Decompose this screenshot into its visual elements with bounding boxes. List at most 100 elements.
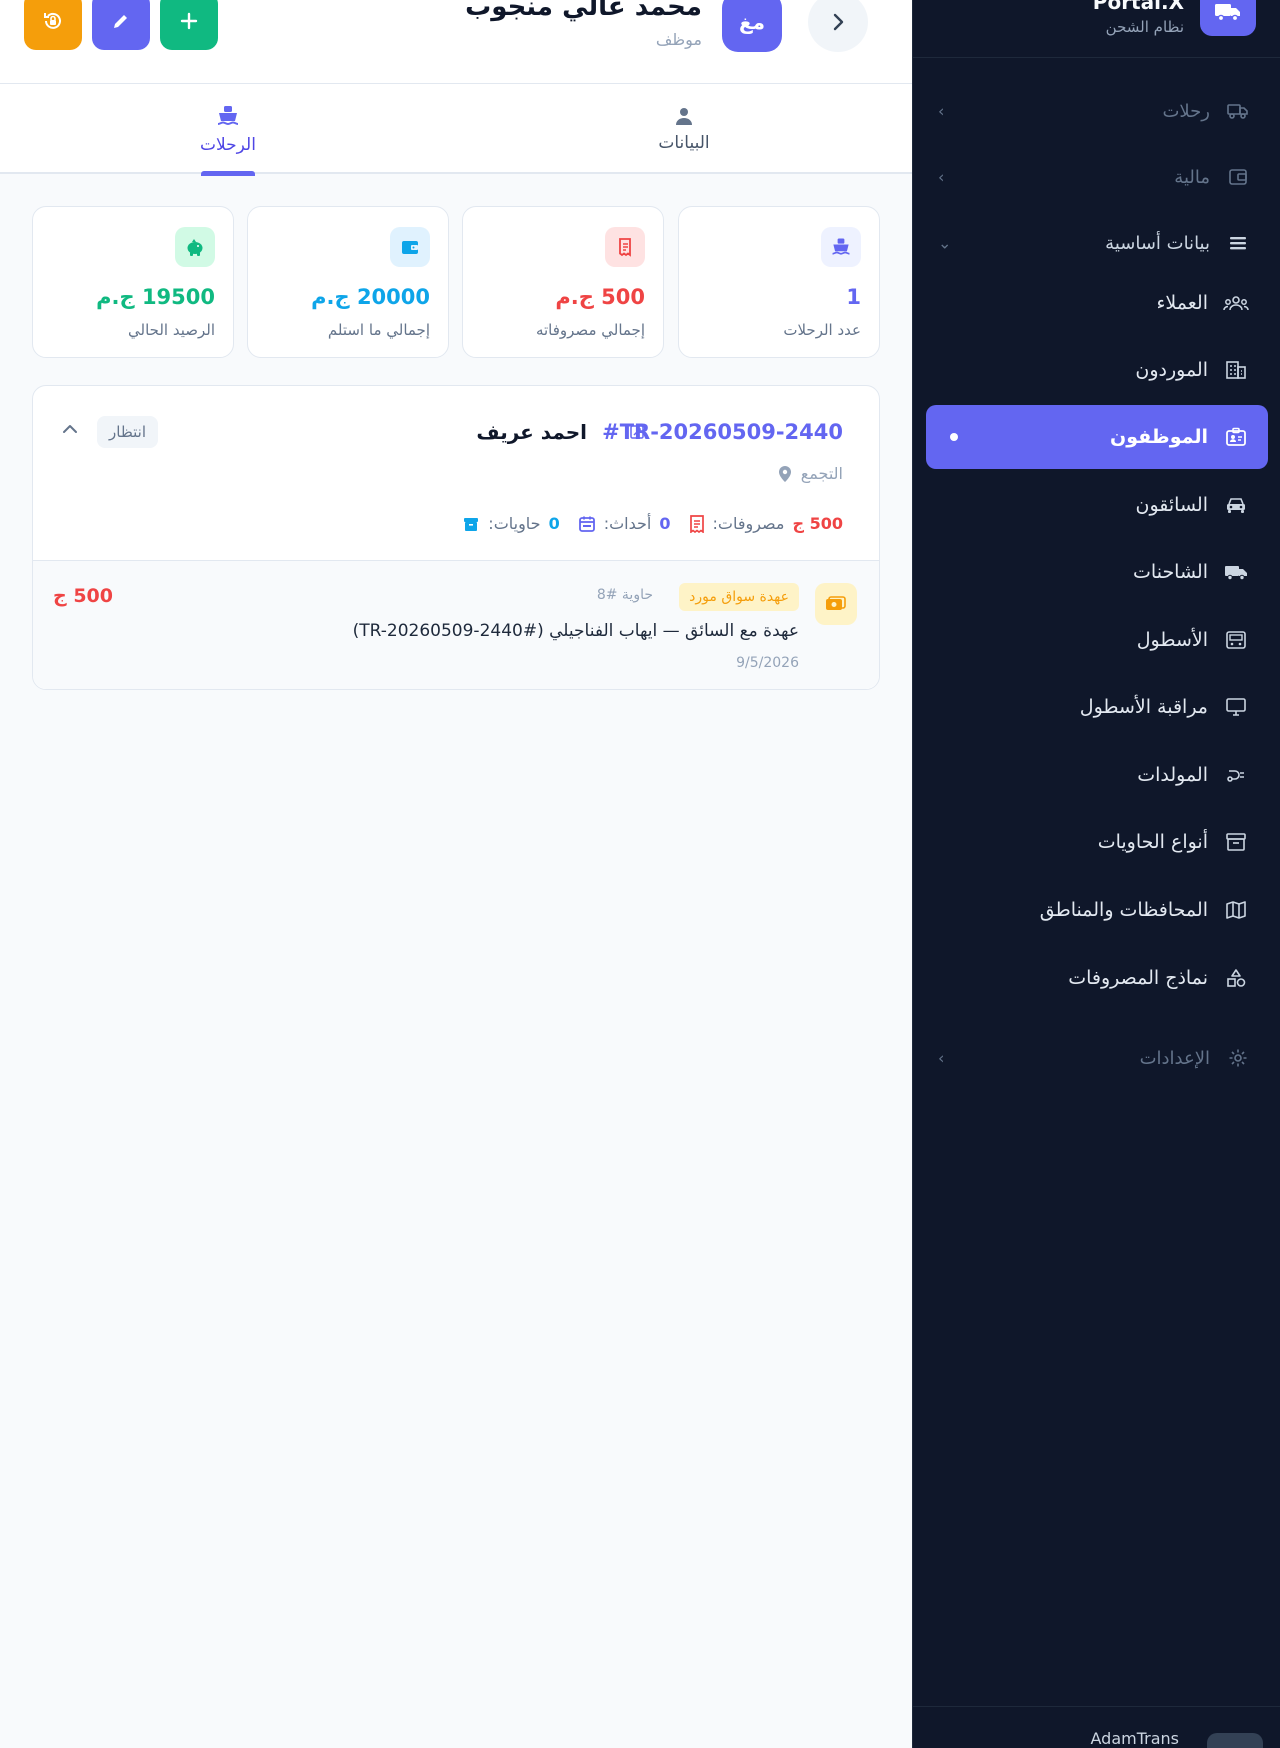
sidebar-item-label: المحافظات والمناطق	[1039, 899, 1208, 921]
sidebar-item-label: الشاحنات	[1133, 561, 1208, 583]
location-pin-icon	[778, 465, 791, 482]
sidebar-group-trips[interactable]: رحلات ‹	[926, 79, 1268, 143]
trip-events-label: أحداث:	[603, 514, 652, 533]
stat-expenses-icon-wrap	[605, 227, 645, 267]
shapes-icon	[1222, 964, 1250, 992]
building-icon	[1222, 356, 1250, 384]
sidebar-item-label: أنواع الحاويات	[1097, 831, 1208, 853]
sidebar-item-generators[interactable]: المولدات	[926, 743, 1268, 807]
receipt-icon	[689, 514, 704, 533]
wallet-icon	[1224, 163, 1252, 191]
stat-balance-value: 19500 ج.م	[96, 285, 215, 309]
chevron-right-icon	[833, 13, 844, 31]
list-icon	[1224, 229, 1252, 257]
sidebar-item-suppliers[interactable]: الموردون	[926, 338, 1268, 402]
chevron-up-icon[interactable]	[61, 420, 79, 442]
users-icon	[1222, 289, 1250, 317]
truck-logo-icon[interactable]	[1200, 0, 1256, 36]
calendar-icon	[578, 516, 595, 532]
stat-received-icon-wrap	[390, 227, 430, 267]
employee-name: محمد غالي منجوب	[465, 0, 702, 22]
brand-subtitle: نظام الشحن	[1105, 18, 1184, 36]
stat-received-label: إجمالي ما استلم	[327, 321, 430, 339]
sidebar-group-settings-label: الإعدادات	[1139, 1047, 1210, 1069]
stat-received-value: 20000 ج.م	[311, 285, 430, 309]
ship-icon	[832, 238, 850, 255]
transaction-description: عهدة مع السائق — ايهاب الفناجيلي (#TR-20…	[352, 621, 799, 641]
bus-icon	[1222, 626, 1250, 654]
tab-trips-label: الرحلات	[200, 135, 256, 155]
archive-icon	[464, 517, 479, 531]
add-button[interactable]	[160, 0, 218, 50]
stat-trips-icon-wrap	[821, 227, 861, 267]
sidebar-item-label: المولدات	[1137, 764, 1208, 786]
plug-icon	[1222, 761, 1250, 789]
user-menu-button[interactable]	[1207, 1733, 1263, 1748]
sidebar-group-settings[interactable]: الإعدادات ‹	[926, 1026, 1268, 1090]
ship-icon	[217, 106, 239, 126]
user-icon	[676, 108, 692, 125]
status-badge: انتظار	[97, 416, 158, 448]
avatar: مغ	[722, 0, 782, 52]
pencil-icon	[114, 15, 127, 28]
active-tab-indicator	[201, 171, 255, 176]
trip-containers: حاويات: 0	[462, 514, 560, 533]
sidebar-item-trucks[interactable]: الشاحنات	[926, 540, 1268, 604]
stat-card-received: 20000 ج.م إجمالي ما استلم	[247, 206, 449, 358]
tab-info-label: البيانات	[658, 133, 710, 153]
wallet-icon	[402, 241, 418, 254]
sidebar-group-finance-label: مالية	[1174, 166, 1210, 188]
lock-reset-icon	[44, 12, 61, 29]
sidebar-footer: AdamTrans	[913, 1706, 1280, 1748]
tab-info[interactable]: البيانات	[456, 84, 912, 174]
employee-role: موظف	[655, 30, 702, 49]
trip-driver-name: احمد عريف	[476, 420, 587, 444]
sidebar-item-label: الموظفون	[1110, 426, 1208, 448]
sidebar-group-trips-label: رحلات	[1162, 100, 1210, 122]
stat-card-balance: 19500 ج.م الرصيد الحالي	[32, 206, 234, 358]
piggy-bank-icon	[187, 239, 203, 256]
back-button[interactable]	[808, 0, 868, 52]
sidebar-group-finance[interactable]: مالية ‹	[926, 145, 1268, 209]
tab-bar: البيانات الرحلات	[0, 84, 912, 176]
truck-icon	[1224, 97, 1252, 125]
sidebar-item-label: الأسطول	[1136, 629, 1208, 651]
sidebar-item-clients[interactable]: العملاء	[926, 271, 1268, 335]
sidebar-group-master-data[interactable]: بيانات أساسية ⌄	[926, 211, 1268, 275]
sidebar-item-label: مراقبة الأسطول	[1079, 696, 1208, 718]
trip-expenses-label: مصروفات:	[712, 514, 785, 533]
chevron-left-icon: ‹	[938, 167, 945, 187]
map-icon	[1222, 896, 1250, 924]
stat-balance-label: الرصيد الحالي	[128, 321, 215, 339]
transaction-amount: 500 ج	[53, 585, 113, 607]
stat-expenses-value: 500 ج.م	[555, 285, 645, 309]
sidebar-item-regions[interactable]: المحافظات والمناطق	[926, 878, 1268, 942]
trip-summary: حاويات: 0 أحداث: 0 مصروفات: 500 ج	[462, 514, 843, 533]
stat-card-trips-count: 1 عدد الرحلات	[678, 206, 880, 358]
transaction-container: حاوية #8	[596, 587, 653, 603]
trip-location-text: التجمع	[800, 464, 843, 483]
sidebar-item-label: نماذج المصروفات	[1068, 967, 1208, 989]
sidebar-item-expense-templates[interactable]: نماذج المصروفات	[926, 946, 1268, 1010]
archive-icon	[1222, 828, 1250, 856]
reset-password-button[interactable]	[24, 0, 82, 50]
sidebar: Portal.X نظام الشحن رحلات ‹ مالية ‹ بيان…	[912, 0, 1280, 1748]
sidebar-item-drivers[interactable]: السائقون	[926, 473, 1268, 537]
sidebar-item-employees[interactable]: الموظفون	[926, 405, 1268, 469]
edit-button[interactable]	[92, 0, 150, 50]
sidebar-item-fleet-monitor[interactable]: مراقبة الأسطول	[926, 675, 1268, 739]
stat-trips-count-value: 1	[846, 285, 861, 309]
transaction-row[interactable]: عهدة سواق مورد حاوية #8 عهدة مع السائق —…	[33, 561, 879, 689]
main-content: محمد غالي منجوب موظف مغ البيانات الرحلات…	[0, 0, 912, 1748]
stat-card-expenses: 500 ج.م إجمالي مصروفاته	[462, 206, 664, 358]
tab-trips[interactable]: الرحلات	[0, 84, 456, 176]
trip-card[interactable]: #TR-20260509-2440 احمد عريف انتظار التجم…	[32, 385, 880, 690]
sidebar-item-fleet[interactable]: الأسطول	[926, 608, 1268, 672]
sidebar-item-container-types[interactable]: أنواع الحاويات	[926, 810, 1268, 874]
chevron-left-icon: ‹	[938, 101, 945, 121]
external-link-icon[interactable]	[629, 424, 645, 444]
car-icon	[1222, 491, 1250, 519]
employee-header: محمد غالي منجوب موظف مغ	[0, 0, 912, 84]
truck-icon	[1222, 558, 1250, 586]
stat-expenses-label: إجمالي مصروفاته	[535, 321, 645, 339]
